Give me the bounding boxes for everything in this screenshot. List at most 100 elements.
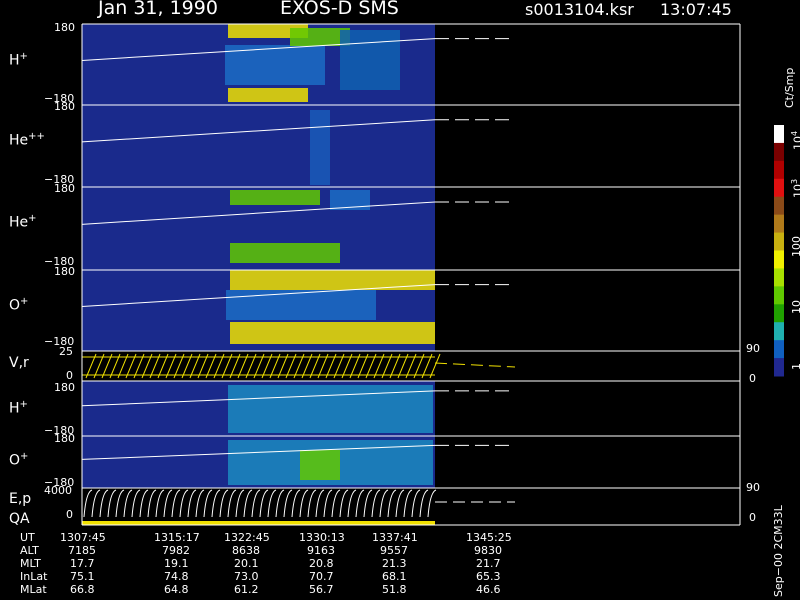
panel-label-op2: O+ [9, 451, 29, 469]
ytick-max: 180 [54, 432, 75, 445]
colorbar-label-10: 10 [790, 300, 800, 314]
ephemeris-cell: 65.3 [476, 570, 501, 583]
right-ytick-min: 0 [749, 511, 756, 524]
ephemeris-cell: 46.6 [476, 583, 501, 596]
count-region [300, 450, 340, 480]
colorbar-swatch [774, 142, 784, 162]
colorbar-swatch [774, 214, 784, 234]
right-ytick-min: 0 [749, 372, 756, 385]
header-time: 13:07:45 [660, 0, 732, 19]
panel-label-h2: H+ [9, 399, 28, 417]
colorbar-swatch [774, 322, 784, 341]
colorbar-swatch [774, 125, 784, 144]
panel-label-hepp: He++ [9, 131, 45, 149]
ytick-max: 180 [54, 182, 75, 195]
count-region [230, 270, 435, 290]
ytick-max: 180 [54, 21, 75, 34]
ephemeris-row: InLat 75.1 74.8 73.0 70.7 68.1 65.3 [0, 570, 600, 583]
ephemeris-row: UT 1307:45 1315:17 1322:45 1330:13 1337:… [0, 531, 600, 544]
ephemeris-cell: 56.7 [309, 583, 334, 596]
ytick-max: 4000 [44, 484, 72, 497]
instrument-title: EXOS-D SMS [280, 0, 399, 19]
panel-label-h1: H+ [9, 51, 28, 69]
ephemeris-row-name: InLat [20, 570, 48, 583]
file-name: s0013104.ksr [525, 0, 634, 19]
ephemeris-cell: 75.1 [70, 570, 95, 583]
ytick-max: 180 [54, 381, 75, 394]
count-region [228, 88, 308, 102]
ephemeris-cell: 1337:41 [372, 531, 418, 544]
ytick-max: 25 [59, 345, 73, 358]
ephemeris-cell: 9557 [380, 544, 408, 557]
panel-background [82, 488, 435, 525]
ephemeris-cell: 51.8 [382, 583, 407, 596]
trace-line-dashed [434, 362, 516, 368]
spectrogram-plot [81, 23, 784, 526]
colorbar-swatch [774, 250, 784, 269]
colorbar-swatch [774, 358, 784, 377]
ephemeris-row-name: UT [20, 531, 35, 544]
ephemeris-cell: 66.8 [70, 583, 95, 596]
ephemeris-row-name: MLT [20, 557, 41, 570]
ephemeris-cell: 68.1 [382, 570, 407, 583]
ephemeris-cell: 1315:17 [154, 531, 200, 544]
ephemeris-cell: 73.0 [234, 570, 259, 583]
right-ytick-max: 90 [746, 481, 760, 494]
ytick-max: 180 [54, 265, 75, 278]
ephemeris-cell: 17.7 [70, 557, 95, 570]
ytick-min: 0 [66, 508, 73, 521]
ephemeris-cell: 70.7 [309, 570, 334, 583]
panel-label-op1: O+ [9, 296, 29, 314]
ephemeris-cell: 7185 [68, 544, 96, 557]
colorbar-swatch [774, 160, 784, 180]
ephemeris-cell: 1307:45 [60, 531, 106, 544]
right-ytick-max: 90 [746, 342, 760, 355]
ephemeris-row: ALT 7185 7982 8638 9163 9557 9830 [0, 544, 600, 557]
panel-label-hep: He+ [9, 213, 37, 231]
ephemeris-cell: 20.8 [309, 557, 334, 570]
date-title: Jan 31, 1990 [98, 0, 218, 19]
ephemeris-cell: 8638 [232, 544, 260, 557]
color-bar [774, 125, 784, 377]
ephemeris-cell: 19.1 [164, 557, 189, 570]
count-region [230, 190, 320, 205]
count-region [230, 322, 435, 344]
colorbar-swatch [774, 196, 784, 216]
spectrogram-panels [81, 23, 741, 526]
qa-bar [82, 521, 435, 525]
colorbar-swatch [774, 286, 784, 305]
ephemeris-cell: 21.3 [382, 557, 407, 570]
colorbar-label-1e3: 103 [790, 178, 800, 198]
ephemeris-row: MLT 17.7 19.1 20.1 20.8 21.3 21.7 [0, 557, 600, 570]
colorbar-swatch [774, 232, 784, 251]
ytick-max: 180 [54, 100, 75, 113]
count-region [230, 243, 340, 263]
ephemeris-cell: 9830 [474, 544, 502, 557]
count-region [340, 30, 400, 90]
colorbar-unit: Ct/Smp [783, 67, 796, 108]
ephemeris-row-name: ALT [20, 544, 39, 557]
ephemeris-cell: 20.1 [234, 557, 259, 570]
panel-label-vr: V,r [9, 355, 29, 371]
ephemeris-cell: 21.7 [476, 557, 501, 570]
colorbar-label-1e4: 104 [790, 130, 800, 150]
footer-code: Sep−00 2CM33L [772, 505, 785, 597]
ephemeris-cell: 1330:13 [299, 531, 345, 544]
ephemeris-cell: 74.8 [164, 570, 189, 583]
panel-background [82, 105, 435, 187]
ephemeris-cell: 9163 [307, 544, 335, 557]
colorbar-label-1: 1 [790, 363, 800, 370]
ephemeris-cell: 61.2 [234, 583, 259, 596]
ephemeris-cell: 7982 [162, 544, 190, 557]
ephemeris-row-name: MLat [20, 583, 47, 596]
panel-label-ep: E,p [9, 491, 32, 507]
ephemeris-cell: 1345:25 [466, 531, 512, 544]
colorbar-swatch [774, 268, 784, 287]
colorbar-swatch [774, 304, 784, 323]
colorbar-swatch [774, 340, 784, 359]
ephemeris-row: MLat 66.8 64.8 61.2 56.7 51.8 46.6 [0, 583, 600, 596]
count-region [226, 290, 376, 320]
count-region [310, 110, 330, 185]
ephemeris-cell: 1322:45 [224, 531, 270, 544]
colorbar-swatch [774, 178, 784, 198]
